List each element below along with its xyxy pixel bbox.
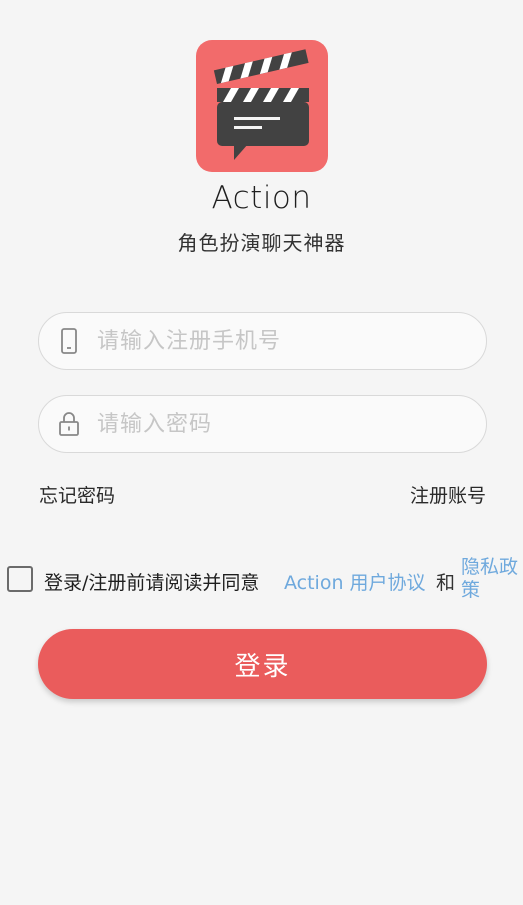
lock-icon	[55, 410, 83, 438]
forgot-password-link[interactable]: 忘记密码	[39, 481, 115, 508]
agreement-checkbox[interactable]	[7, 566, 33, 592]
privacy-policy-link[interactable]: 隐私政策	[461, 556, 523, 602]
login-button[interactable]: 登录	[38, 629, 487, 699]
clapperboard-chat-icon	[213, 49, 309, 160]
register-account-link[interactable]: 注册账号	[410, 481, 486, 508]
phone-input[interactable]	[97, 328, 457, 354]
app-name: Action	[211, 180, 312, 216]
phone-field[interactable]	[38, 312, 487, 370]
app-logo	[196, 40, 328, 172]
phone-icon	[55, 327, 83, 355]
password-input[interactable]	[97, 411, 457, 437]
user-agreement-link[interactable]: Action 用户协议	[284, 568, 426, 595]
agreement-prefix: 登录/注册前请阅读并同意	[44, 572, 260, 594]
password-field[interactable]	[38, 395, 487, 453]
app-subtitle: 角色扮演聊天神器	[177, 231, 346, 255]
agreement-and: 和	[436, 572, 456, 594]
